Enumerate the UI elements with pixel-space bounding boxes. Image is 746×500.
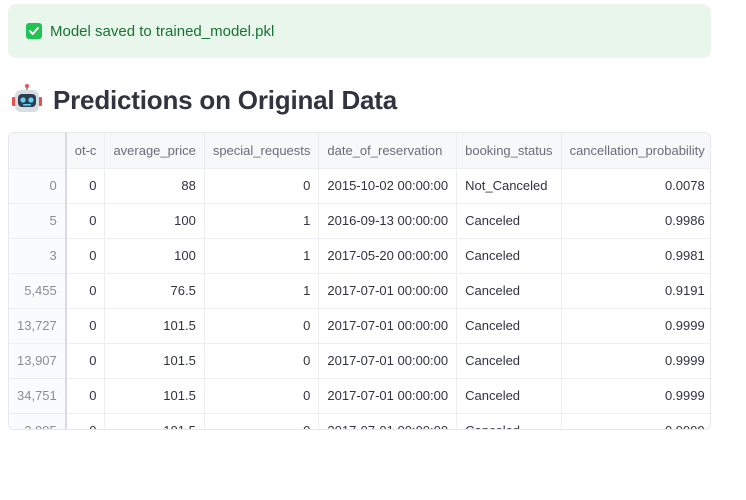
column-header[interactable]: date_of_reservation: [318, 133, 458, 169]
table-cell[interactable]: Canceled: [456, 378, 562, 414]
column-header[interactable]: booking_status: [456, 133, 562, 169]
table-cell[interactable]: 0: [65, 413, 106, 429]
robot-icon: [11, 84, 43, 116]
table-row[interactable]: 13,727 0 101.5 0 2017-07-01 00:00:00 Can…: [9, 308, 710, 344]
table-cell[interactable]: 2017-07-01 00:00:00: [318, 413, 458, 429]
table-header-row: ot-c average_price special_requests date…: [9, 133, 710, 169]
table-cell[interactable]: 2017-07-01 00:00:00: [318, 378, 458, 414]
predictions-table: ot-c average_price special_requests date…: [9, 133, 710, 429]
table-cell[interactable]: 1: [204, 273, 320, 309]
table-cell[interactable]: 2016-09-13 00:00:00: [318, 203, 458, 239]
row-index: 13,907: [9, 343, 67, 379]
dataframe[interactable]: ot-c average_price special_requests date…: [8, 132, 711, 430]
row-index: 0: [9, 168, 67, 204]
table-cell[interactable]: 0.9981: [561, 238, 710, 274]
row-index: 13,727: [9, 308, 67, 344]
table-cell[interactable]: 0.9986: [561, 203, 710, 239]
table-row[interactable]: 3 0 100 1 2017-05-20 00:00:00 Canceled 0…: [9, 238, 710, 274]
column-header[interactable]: average_price: [104, 133, 205, 169]
table-cell[interactable]: 1: [204, 238, 320, 274]
table-cell[interactable]: 100: [104, 203, 205, 239]
table-cell[interactable]: 101.5: [104, 413, 205, 429]
table-cell[interactable]: 0: [204, 343, 320, 379]
table-cell[interactable]: 101.5: [104, 378, 205, 414]
table-cell[interactable]: Not_Canceled: [456, 168, 562, 204]
table-cell[interactable]: 2017-05-20 00:00:00: [318, 238, 458, 274]
table-cell[interactable]: 2017-07-01 00:00:00: [318, 273, 458, 309]
table-cell[interactable]: 76.5: [104, 273, 205, 309]
table-row[interactable]: 2,095 0 101.5 0 2017-07-01 00:00:00 Canc…: [9, 413, 710, 429]
table-row[interactable]: 5 0 100 1 2016-09-13 00:00:00 Canceled 0…: [9, 203, 710, 239]
table-cell[interactable]: 0: [65, 378, 106, 414]
table-cell[interactable]: 2015-10-02 00:00:00: [318, 168, 458, 204]
table-cell[interactable]: 0.9999: [561, 413, 710, 429]
success-alert: Model saved to trained_model.pkl: [8, 4, 711, 58]
table-cell[interactable]: 1: [204, 203, 320, 239]
column-header[interactable]: cancellation_probability: [561, 133, 710, 169]
table-cell[interactable]: Canceled: [456, 413, 562, 429]
table-cell[interactable]: 0: [65, 273, 106, 309]
table-cell[interactable]: 0.0078: [561, 168, 710, 204]
table-cell[interactable]: 0.9191: [561, 273, 710, 309]
table-cell[interactable]: 0: [65, 168, 106, 204]
column-header[interactable]: ot-c: [65, 133, 106, 169]
table-row[interactable]: 13,907 0 101.5 0 2017-07-01 00:00:00 Can…: [9, 343, 710, 379]
table-cell[interactable]: Canceled: [456, 203, 562, 239]
table-cell[interactable]: 0.9999: [561, 308, 710, 344]
table-cell[interactable]: 0: [65, 238, 106, 274]
table-cell[interactable]: Canceled: [456, 343, 562, 379]
table-row[interactable]: 5,455 0 76.5 1 2017-07-01 00:00:00 Cance…: [9, 273, 710, 309]
table-cell[interactable]: 0: [65, 308, 106, 344]
table-cell[interactable]: 2017-07-01 00:00:00: [318, 308, 458, 344]
table-cell[interactable]: 101.5: [104, 308, 205, 344]
table-cell[interactable]: 0: [65, 203, 106, 239]
table-cell[interactable]: 0.9999: [561, 343, 710, 379]
table-cell[interactable]: 0: [65, 343, 106, 379]
table-cell[interactable]: 0.9999: [561, 378, 710, 414]
table-row[interactable]: 0 0 88 0 2015-10-02 00:00:00 Not_Cancele…: [9, 168, 710, 204]
table-cell[interactable]: Canceled: [456, 308, 562, 344]
table-row[interactable]: 34,751 0 101.5 0 2017-07-01 00:00:00 Can…: [9, 378, 710, 414]
table-cell[interactable]: 2017-07-01 00:00:00: [318, 343, 458, 379]
table-cell[interactable]: 100: [104, 238, 205, 274]
index-header: [9, 133, 67, 169]
row-index: 3: [9, 238, 67, 274]
row-index: 34,751: [9, 378, 67, 414]
table-cell[interactable]: 0: [204, 413, 320, 429]
column-header[interactable]: special_requests: [204, 133, 320, 169]
page-header: Predictions on Original Data: [11, 82, 397, 118]
table-cell[interactable]: 0: [204, 308, 320, 344]
check-icon: [26, 23, 42, 39]
alert-message: Model saved to trained_model.pkl: [50, 22, 275, 40]
table-cell[interactable]: 101.5: [104, 343, 205, 379]
table-cell[interactable]: Canceled: [456, 273, 562, 309]
table-cell[interactable]: Canceled: [456, 238, 562, 274]
row-index: 5,455: [9, 273, 67, 309]
table-cell[interactable]: 0: [204, 378, 320, 414]
table-cell[interactable]: 88: [104, 168, 205, 204]
page-title: Predictions on Original Data: [53, 84, 398, 115]
row-index: 5: [9, 203, 67, 239]
row-index: 2,095: [9, 413, 67, 429]
table-cell[interactable]: 0: [204, 168, 320, 204]
